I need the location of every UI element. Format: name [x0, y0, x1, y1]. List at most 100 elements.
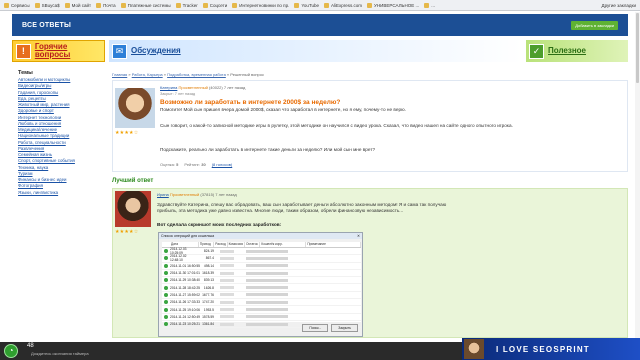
row-amount: 1578.59 [202, 314, 214, 319]
bookmark-item[interactable]: Почта [96, 2, 116, 8]
close-button: Закрыть [331, 324, 358, 332]
flame-icon: ! [16, 43, 31, 59]
site-logo[interactable]: ВСЕ ОТВЕТЫ [22, 22, 71, 29]
answer-author-avatar[interactable] [115, 191, 151, 227]
votes-link[interactable]: (8 голосов) [212, 162, 233, 167]
row-amount: 824.19 [203, 249, 214, 254]
status-ok-icon [164, 314, 168, 319]
answer-author-points: (37815) [200, 192, 215, 197]
discussions-title[interactable]: Обсуждения [131, 47, 181, 55]
status-ok-icon [164, 278, 168, 283]
bookmark-item[interactable]: YouTube [294, 2, 319, 8]
status-ok-icon [164, 285, 168, 290]
row-date: 2014.11.28 18:42:25 [170, 285, 201, 290]
answer-meta: Ирина Просветленный (37815) 7 лет назад [157, 192, 237, 197]
question-author-avatar[interactable] [115, 88, 155, 128]
bookmark-item[interactable]: ... [424, 2, 435, 8]
blurred-cell [246, 322, 288, 326]
question-paragraph-3: Подскажите, реально ли заработать в инте… [160, 147, 376, 152]
discussions-band[interactable]: ✉ Обсуждения [109, 40, 522, 62]
row-date: 2014.11.29 10:38:40 [170, 278, 201, 283]
useful-title[interactable]: Полезное [548, 47, 586, 55]
banner-avatar [464, 339, 484, 359]
bookmark-item[interactable]: УНИВЕРСАЛЬНОЕ ... [367, 2, 419, 8]
table-row: 2014.11.25 19:10:06 1953.5 [162, 306, 361, 314]
hot-questions-band[interactable]: ! Горячие вопросы [12, 40, 105, 62]
bookmark-item[interactable]: Интернетновинки по пр. [232, 2, 289, 8]
best-answer-label: Лучший ответ [112, 178, 154, 184]
row-date: 2014.11.30 17:01:01 [170, 271, 201, 276]
table-row: 2014.11.30 17:01:01 1618.39 [162, 270, 361, 278]
answer-author-rank: Просветленный [169, 192, 200, 197]
row-date: 2014.11.01 16:50:55 [170, 263, 201, 268]
answer-author-name[interactable]: Ирина [157, 192, 169, 197]
breadcrumb-item[interactable]: Работа, Карьера [132, 72, 163, 77]
table-column-header: Расход [215, 242, 228, 247]
blurred-cell [220, 256, 234, 260]
folder-icon [367, 2, 373, 8]
row-amount: 498.14 [203, 263, 214, 268]
blurred-cell [220, 286, 234, 290]
breadcrumb-item[interactable]: Главная [112, 72, 127, 77]
question-paragraph-2: Сын говорит, о какой-то записной методик… [160, 123, 513, 128]
row-amount: 1618.39 [202, 271, 214, 276]
question-author-name[interactable]: Катерина [160, 85, 177, 90]
table-column-header: Приход [199, 242, 215, 247]
blurred-cell [246, 249, 288, 253]
row-date: 2014.12.02 12:48:10 [170, 254, 187, 263]
bookmark-item[interactable]: Tracker [175, 2, 198, 8]
row-amount: 1626.8 [203, 285, 214, 290]
topics-heading: Темы [18, 70, 33, 76]
status-ok-icon [164, 263, 168, 268]
search-button: Поиск... [302, 324, 329, 332]
hot-questions-title[interactable]: Горячие вопросы [35, 43, 104, 59]
bookmark-item[interactable]: Соцсети [202, 2, 227, 8]
status-ok-icon [164, 271, 168, 276]
question-title: Возможно ли заработать в интернете 2000$… [160, 99, 341, 106]
payment-history-screenshot: Список операций для кошелька ✕ Дата Прихо… [158, 232, 363, 337]
status-ok-icon [164, 322, 168, 327]
sidebar-topic-link[interactable]: Языки, лингвистика [18, 190, 108, 196]
breadcrumb-item[interactable]: Подработка, временная работа [167, 72, 226, 77]
question-block: ★★★★☆ Катерина Просветленный (40022) 7 л… [112, 80, 628, 172]
table-row: 2014.11.26 17:33:33 1747.20 [162, 299, 361, 307]
folder-icon [4, 2, 9, 8]
table-row: 2014.11.27 15:59:02 1677.76 [162, 292, 361, 300]
banner-text: I LOVE SEOSPRINT [496, 344, 590, 354]
other-bookmarks[interactable]: Другие закладки [602, 3, 636, 8]
bookmark-item[interactable]: SBuyca$ [34, 2, 60, 8]
blurred-cell [246, 256, 288, 260]
scrollbar-thumb[interactable] [636, 13, 639, 83]
timer-icon: ◔ [4, 344, 18, 358]
folder-icon [294, 2, 300, 8]
add-bookmark-button[interactable]: Добавить в закладки [571, 20, 618, 30]
row-date: 2014.11.27 15:59:02 [170, 292, 201, 297]
bookmark-item[interactable]: Мой сайт [64, 2, 91, 8]
row-date: 2014.11.25 19:10:06 [170, 307, 201, 312]
blurred-cell [246, 293, 288, 297]
seosprint-banner[interactable]: I LOVE SEOSPRINT [462, 338, 640, 360]
bookmark-item[interactable]: Платежные системы [120, 2, 171, 8]
blurred-cell [220, 315, 234, 319]
folder-icon [64, 2, 70, 8]
question-meta: Катерина Просветленный (40022) 7 лет наз… [160, 85, 245, 90]
answer-rating-stars: ★★★★☆ [115, 229, 139, 235]
row-amount: 1677.76 [202, 292, 214, 297]
useful-band[interactable]: ✓ Полезное [526, 40, 628, 62]
blurred-cell [246, 278, 288, 282]
table-row: 2014.12.02 12:48:10 867.4 [162, 254, 361, 263]
timer-count: 48 [27, 343, 34, 349]
breadcrumb-item: Решенный вопрос [230, 72, 264, 77]
screenshot-title: Список операций для кошелька [161, 234, 215, 238]
bookmark-item[interactable]: AliExpress.com [324, 2, 362, 8]
table-column-header: Остаток [245, 242, 261, 247]
status-ok-icon [164, 256, 168, 261]
folder-icon [96, 2, 102, 8]
folder-icon [232, 2, 238, 8]
bookmark-item[interactable]: Сервисы [4, 2, 30, 8]
screenshot-titlebar: Список операций для кошелька ✕ [159, 233, 362, 239]
bookmarks-bar: Сервисы SBuyca$ Мой сайт Почта Платежные сис… [0, 0, 640, 11]
breadcrumb: Главная » Работа, Карьера » Подработка, … [112, 72, 264, 77]
screenshot-table-body: 2014.12.03 10:25:09 824.19 2014.12.02 12:4… [162, 247, 361, 329]
chat-icon: ✉ [112, 43, 127, 59]
